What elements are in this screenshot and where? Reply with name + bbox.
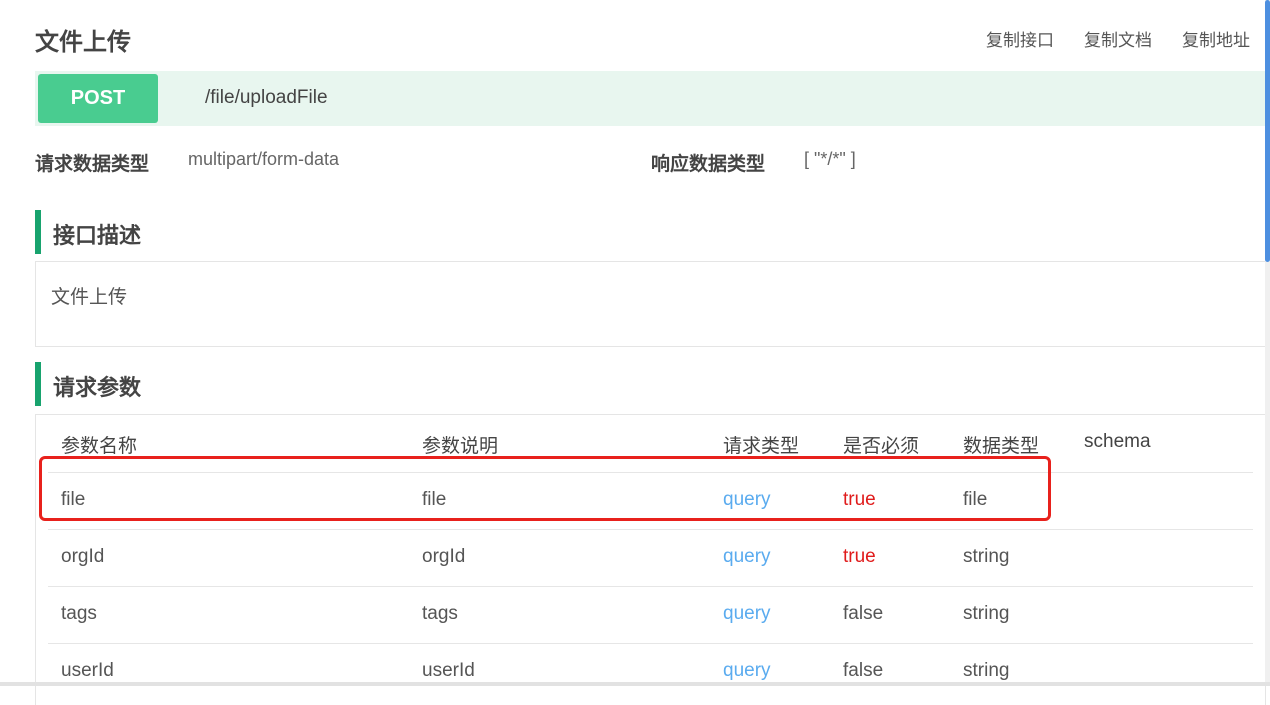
request-type-value: multipart/form-data bbox=[188, 149, 340, 169]
column-header-description: 参数说明 bbox=[422, 436, 499, 457]
column-header-data-type: 数据类型 bbox=[963, 436, 1040, 457]
endpoint-path: /file/uploadFile bbox=[205, 87, 328, 108]
param-description: tags bbox=[422, 603, 458, 624]
param-data-type: file bbox=[963, 489, 988, 510]
description-text: 文件上传 bbox=[51, 286, 128, 308]
param-required: false bbox=[843, 660, 884, 681]
method-badge: POST bbox=[38, 74, 158, 123]
params-heading-label: 请求参数 bbox=[53, 376, 142, 401]
table-row: userId userId query false string bbox=[48, 643, 1253, 701]
param-request-type: query bbox=[723, 660, 771, 681]
param-name: userId bbox=[61, 660, 114, 681]
param-name: file bbox=[61, 489, 86, 510]
response-type-value: [ "*/*" ] bbox=[804, 149, 856, 169]
param-data-type: string bbox=[963, 660, 1010, 681]
column-header-request-type: 请求类型 bbox=[723, 436, 800, 457]
table-row: tags tags query false string bbox=[48, 586, 1253, 644]
param-description: orgId bbox=[422, 546, 466, 567]
horizontal-scrollbar[interactable] bbox=[0, 682, 1270, 686]
header-actions: 复制接口 复制文档 复制地址 bbox=[986, 26, 1250, 51]
param-request-type: query bbox=[723, 489, 771, 510]
param-description: userId bbox=[422, 660, 475, 681]
params-table: 参数名称 参数说明 请求类型 是否必须 数据类型 schema file fil… bbox=[35, 414, 1266, 705]
description-box: 文件上传 bbox=[35, 261, 1266, 347]
param-required: true bbox=[843, 546, 876, 567]
column-header-name: 参数名称 bbox=[61, 436, 138, 457]
table-row: orgId orgId query true string bbox=[48, 529, 1253, 587]
column-header-required: 是否必须 bbox=[843, 436, 920, 457]
description-heading: 接口描述 bbox=[35, 210, 141, 254]
copy-address-button[interactable]: 复制地址 bbox=[1182, 26, 1250, 51]
param-required: true bbox=[843, 489, 876, 510]
param-request-type: query bbox=[723, 546, 771, 567]
copy-interface-button[interactable]: 复制接口 bbox=[986, 26, 1054, 51]
param-name: tags bbox=[61, 603, 97, 624]
param-name: orgId bbox=[61, 546, 105, 567]
params-heading: 请求参数 bbox=[35, 362, 141, 406]
column-header-schema: schema bbox=[1084, 431, 1151, 452]
param-data-type: string bbox=[963, 603, 1010, 624]
param-request-type: query bbox=[723, 603, 771, 624]
endpoint-bar: POST /file/uploadFile bbox=[35, 71, 1270, 126]
scrollbar-thumb[interactable] bbox=[1265, 0, 1270, 262]
description-heading-label: 接口描述 bbox=[53, 224, 142, 249]
table-row: file file query true file bbox=[48, 472, 1253, 530]
response-type-label: 响应数据类型 bbox=[651, 153, 766, 175]
copy-document-button[interactable]: 复制文档 bbox=[1084, 26, 1152, 51]
param-data-type: string bbox=[963, 546, 1010, 567]
param-required: false bbox=[843, 603, 884, 624]
param-description: file bbox=[422, 489, 447, 510]
page-title: 文件上传 bbox=[35, 28, 131, 56]
table-header-row: 参数名称 参数说明 请求类型 是否必须 数据类型 schema bbox=[48, 415, 1253, 472]
scrollbar-track[interactable] bbox=[1265, 0, 1270, 686]
request-type-label: 请求数据类型 bbox=[35, 153, 150, 175]
